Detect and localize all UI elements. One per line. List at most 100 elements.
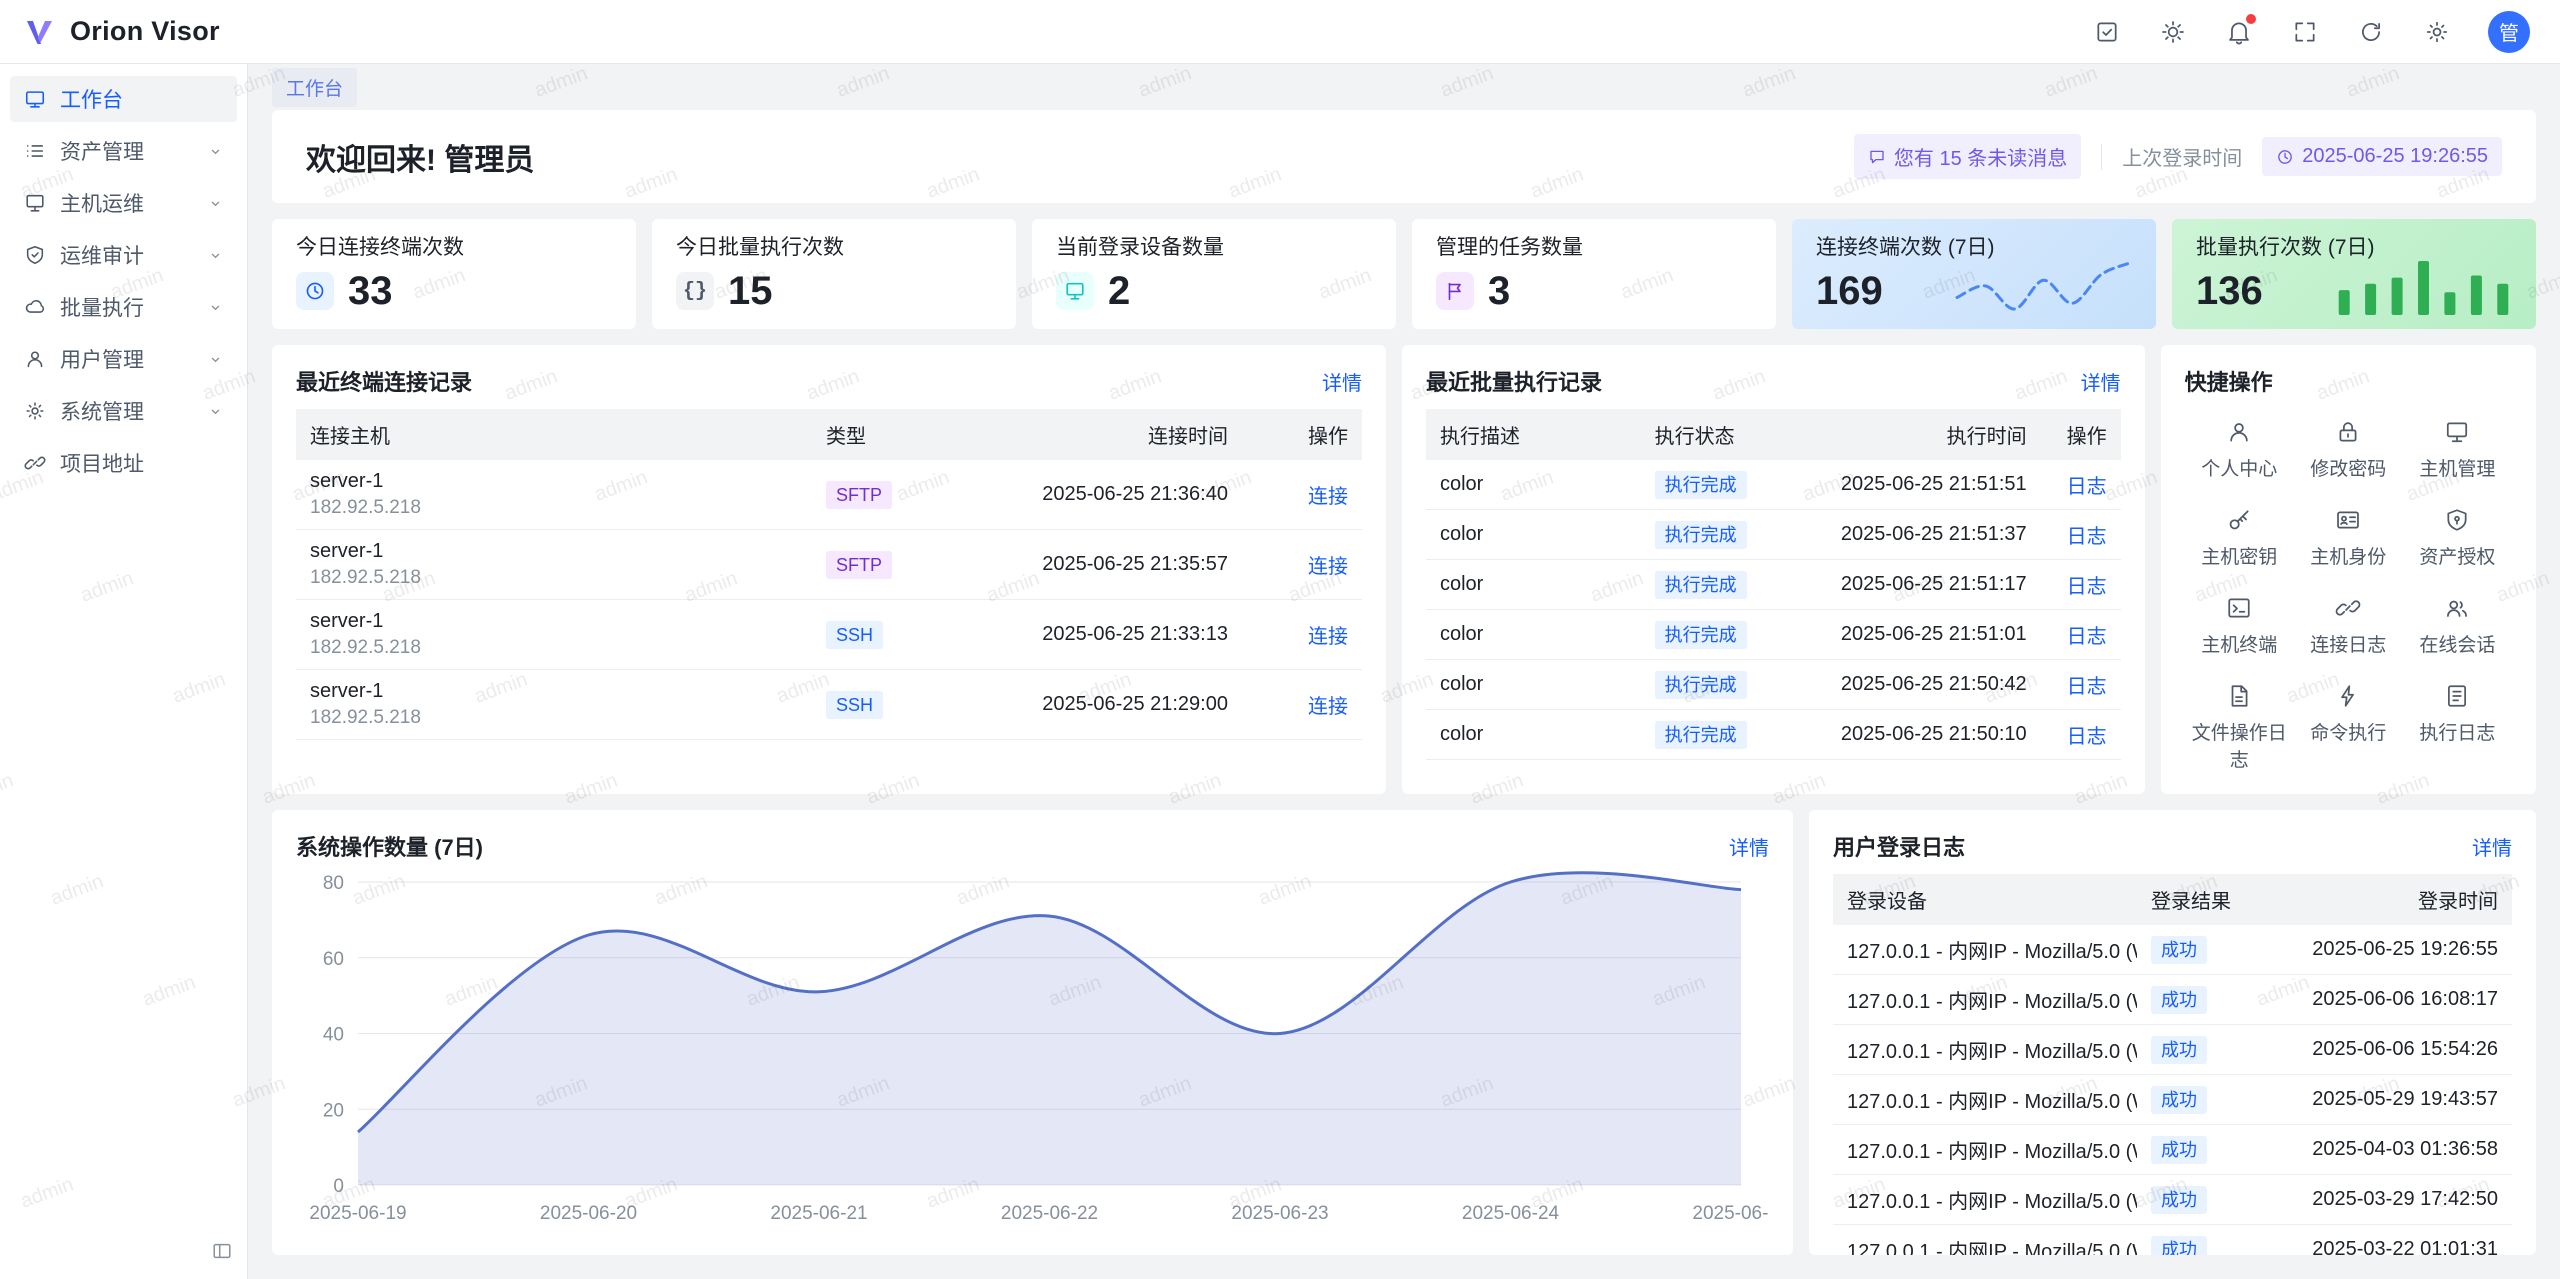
svg-text:2025-06-22: 2025-06-22 [1001, 1203, 1098, 1224]
sidebar-item-workbench[interactable]: 工作台 [10, 76, 237, 122]
sidebar-item-label: 项目地址 [60, 448, 223, 478]
exec-desc: color [1426, 460, 1641, 510]
main-content: 工作台 欢迎回来! 管理员 您有 15 条未读消息 上次登录时间 2025-06… [248, 64, 2560, 1279]
login-device: 127.0.0.1 - 内网IP - Mozilla/5.0 (Windows … [1833, 975, 2137, 1025]
svg-text:60: 60 [323, 949, 344, 970]
brand-name: Orion Visor [70, 16, 220, 47]
settings-gear-icon[interactable] [2422, 17, 2452, 47]
quick-action-label: 主机密钥 [2201, 542, 2277, 569]
sidebar-item-host-ops[interactable]: 主机运维 [10, 180, 237, 226]
host-ip: 182.92.5.218 [310, 497, 798, 519]
sidebar-collapse-button[interactable] [211, 1240, 233, 1267]
result-tag: 成功 [2151, 936, 2207, 964]
host-ip: 182.92.5.218 [310, 707, 798, 729]
connect-time: 2025-06-25 21:36:40 [942, 460, 1242, 530]
quick-action-lock[interactable]: 修改密码 [2294, 419, 2403, 481]
column-header: 类型 [812, 409, 942, 460]
quick-action-user[interactable]: 个人中心 [2185, 419, 2294, 481]
quick-action-label: 文件操作日志 [2185, 718, 2294, 772]
quick-action-shieldlock[interactable]: 资产授权 [2403, 507, 2512, 569]
quick-action-bolt[interactable]: 命令执行 [2294, 683, 2403, 772]
log-link[interactable]: 日志 [2067, 676, 2107, 698]
theme-sun-icon[interactable] [2158, 17, 2188, 47]
log-link[interactable]: 日志 [2067, 476, 2107, 498]
svg-text:2025-06-25: 2025-06-25 [1692, 1203, 1769, 1224]
breadcrumb-item-workbench[interactable]: 工作台 [272, 68, 357, 107]
stat-value: 15 [728, 269, 773, 314]
sidebar-item-batch-exec[interactable]: 批量执行 [10, 284, 237, 330]
refresh-icon[interactable] [2356, 17, 2386, 47]
connect-link[interactable]: 连接 [1308, 696, 1348, 718]
last-login-label: 上次登录时间 [2122, 142, 2242, 171]
result-tag: 成功 [2151, 986, 2207, 1014]
connect-link[interactable]: 连接 [1308, 626, 1348, 648]
log-link[interactable]: 日志 [2067, 526, 2107, 548]
log-link[interactable]: 日志 [2067, 576, 2107, 598]
user-avatar[interactable]: 管 [2488, 11, 2530, 53]
sidebar-item-system-mgmt[interactable]: 系统管理 [10, 388, 237, 434]
quick-action-label: 执行日志 [2419, 718, 2495, 745]
fullscreen-icon[interactable] [2290, 17, 2320, 47]
quick-action-key[interactable]: 主机密钥 [2185, 507, 2294, 569]
table-row: 127.0.0.1 - 内网IP - Mozilla/5.0 (Windows … [1833, 1075, 2512, 1125]
login-logs-detail-link[interactable]: 详情 [2472, 832, 2512, 861]
login-device: 127.0.0.1 - 内网IP - Mozilla/5.0 (Windows … [1833, 1025, 2137, 1075]
exec-time: 2025-06-25 21:51:01 [1791, 610, 2041, 660]
svg-text:2025-06-21: 2025-06-21 [770, 1203, 867, 1224]
quick-action-label: 修改密码 [2310, 454, 2386, 481]
column-header: 执行状态 [1641, 409, 1791, 460]
sidebar-item-label: 用户管理 [60, 344, 194, 374]
login-logs-table: 登录设备登录结果登录时间 127.0.0.1 - 内网IP - Mozilla/… [1833, 874, 2512, 1255]
exec-time: 2025-06-25 21:50:42 [1791, 660, 2041, 710]
ops-chart-detail-link[interactable]: 详情 [1729, 832, 1769, 861]
notifications-bell-icon[interactable] [2224, 17, 2254, 47]
welcome-card: 欢迎回来! 管理员 您有 15 条未读消息 上次登录时间 2025-06-25 … [272, 110, 2536, 203]
stat-value: 3 [1488, 269, 1510, 314]
table-row: 127.0.0.1 - 内网IP - Mozilla/5.0 (Windows … [1833, 1025, 2512, 1075]
unread-messages-badge[interactable]: 您有 15 条未读消息 [1854, 134, 2081, 179]
stat-value: 33 [348, 269, 393, 314]
result-tag: 成功 [2151, 1036, 2207, 1064]
result-tag: 成功 [2151, 1136, 2207, 1164]
sidebar-item-label: 系统管理 [60, 396, 194, 426]
connect-link[interactable]: 连接 [1308, 486, 1348, 508]
host-name: server-1 [310, 470, 798, 493]
quick-action-label: 命令执行 [2310, 718, 2386, 745]
column-header: 登录时间 [2252, 874, 2512, 925]
terminal-records-detail-link[interactable]: 详情 [1322, 367, 1362, 396]
sidebar-item-assets[interactable]: 资产管理 [10, 128, 237, 174]
check-square-icon[interactable] [2092, 17, 2122, 47]
topbar-actions: 管 [2092, 11, 2530, 53]
host-name: server-1 [310, 610, 798, 633]
quick-action-label: 个人中心 [2201, 454, 2277, 481]
exec-records-detail-link[interactable]: 详情 [2081, 367, 2121, 396]
connect-link[interactable]: 连接 [1308, 556, 1348, 578]
sidebar-item-project-url[interactable]: 项目地址 [10, 440, 237, 486]
log-link[interactable]: 日志 [2067, 626, 2107, 648]
bottom-row: 系统操作数量 (7日) 详情 0204060802025-06-192025-0… [272, 810, 2536, 1255]
chevron-down-icon [208, 404, 223, 419]
status-tag: 执行完成 [1655, 621, 1747, 649]
quick-action-link[interactable]: 连接日志 [2294, 595, 2403, 657]
ops-chart-card: 系统操作数量 (7日) 详情 0204060802025-06-192025-0… [272, 810, 1793, 1255]
quick-action-label: 连接日志 [2310, 630, 2386, 657]
quick-action-idcard[interactable]: 主机身份 [2294, 507, 2403, 569]
quick-action-users[interactable]: 在线会话 [2403, 595, 2512, 657]
exec-records-card: 最近批量执行记录 详情 执行描述执行状态执行时间操作 color执行完成2025… [1402, 345, 2145, 794]
users-icon [2444, 595, 2470, 621]
log-link[interactable]: 日志 [2067, 726, 2107, 748]
chevron-down-icon [208, 144, 223, 159]
sidebar-item-ops-audit[interactable]: 运维审计 [10, 232, 237, 278]
stat-card-5: 连接终端次数 (7日)169 [1792, 219, 2156, 329]
quick-action-host[interactable]: 主机管理 [2403, 419, 2512, 481]
brand[interactable]: Orion Visor [22, 14, 220, 50]
table-row: server-1182.92.5.218SFTP2025-06-25 21:35… [296, 530, 1362, 600]
quick-action-file[interactable]: 文件操作日志 [2185, 683, 2294, 772]
stat-label: 今日批量执行次数 [676, 235, 992, 261]
quick-action-terminal[interactable]: 主机终端 [2185, 595, 2294, 657]
exec-time: 2025-06-25 21:50:10 [1791, 710, 2041, 760]
sidebar-item-user-mgmt[interactable]: 用户管理 [10, 336, 237, 382]
svg-text:2025-06-24: 2025-06-24 [1462, 1203, 1560, 1224]
quick-action-doclist[interactable]: 执行日志 [2403, 683, 2512, 772]
login-device: 127.0.0.1 - 内网IP - Mozilla/5.0 (Windows … [1833, 1125, 2137, 1175]
